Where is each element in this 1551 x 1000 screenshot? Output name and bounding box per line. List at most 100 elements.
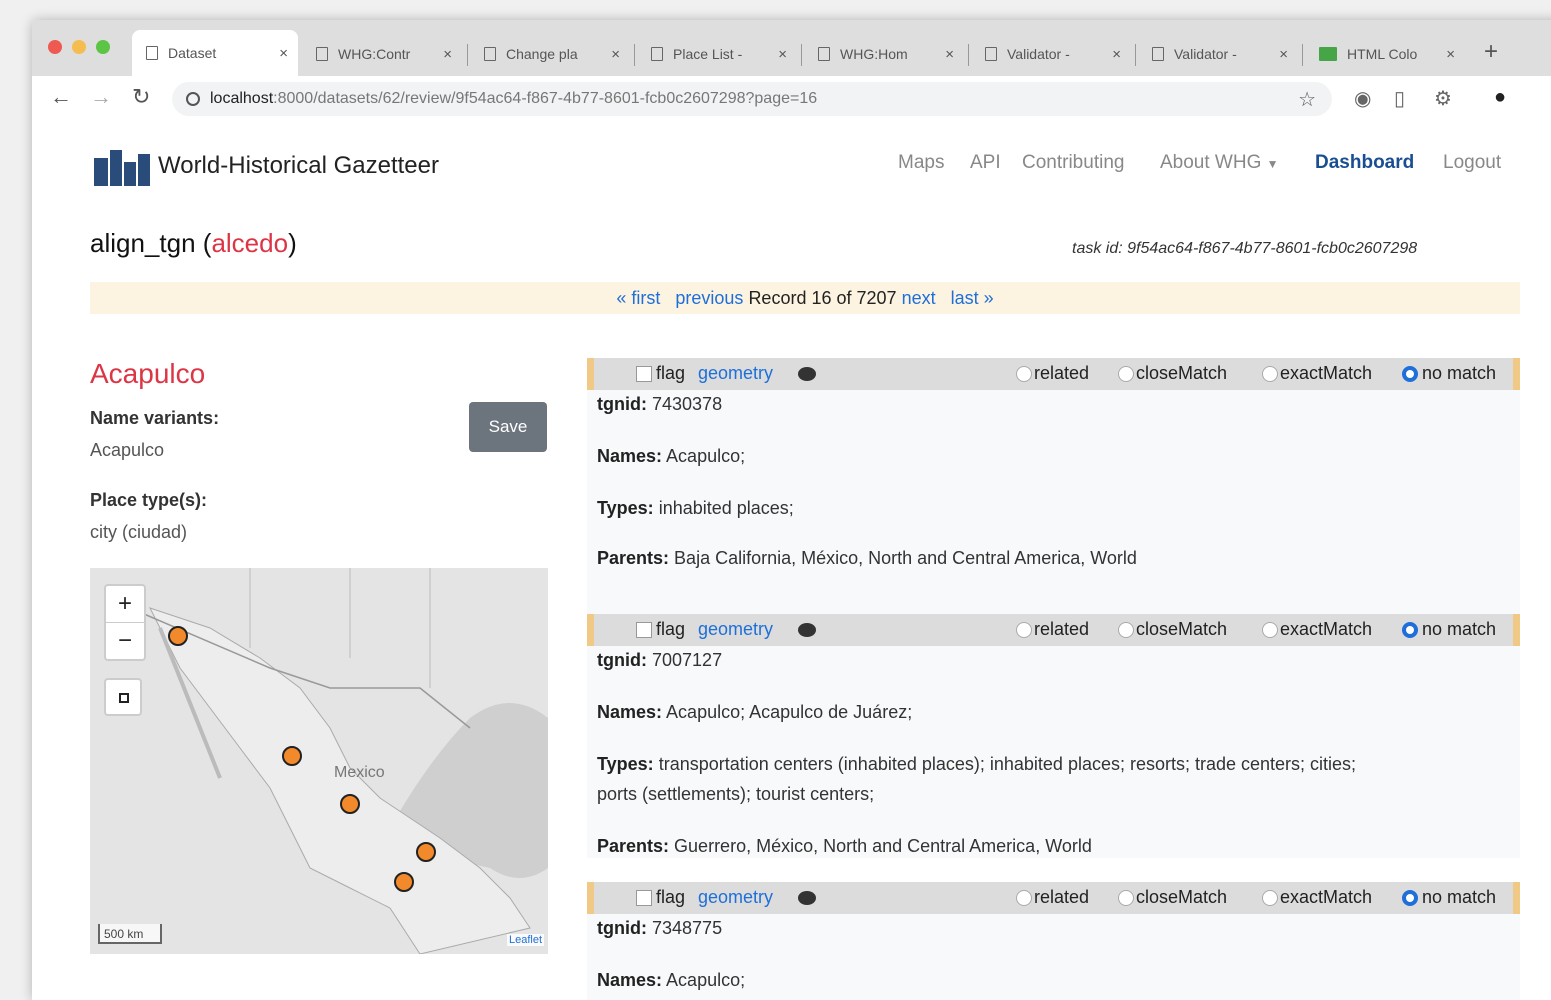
types-label: Types: xyxy=(597,754,654,774)
close-icon[interactable]: × xyxy=(1279,46,1288,63)
geometry-link[interactable]: geometry xyxy=(698,619,773,640)
geometry-link[interactable]: geometry xyxy=(698,363,773,384)
pager-previous-link[interactable]: previous xyxy=(675,288,743,308)
tgnid-value: 7430378 xyxy=(652,394,723,414)
zoom-in-button[interactable]: + xyxy=(106,586,144,622)
back-icon[interactable]: ← xyxy=(50,84,72,110)
map-panel[interactable]: + − Mexico 500 km Leaflet xyxy=(90,568,548,954)
tab-validator-1[interactable]: Validator - × xyxy=(971,34,1131,74)
close-window-button[interactable] xyxy=(48,40,62,54)
radio-closematch[interactable] xyxy=(1118,622,1134,638)
map-attribution-link[interactable]: Leaflet xyxy=(506,934,544,946)
radio-closematch[interactable] xyxy=(1118,890,1134,906)
radio-related[interactable] xyxy=(1016,890,1032,906)
new-tab-icon[interactable]: + xyxy=(1484,38,1498,66)
whg-logo-icon xyxy=(94,146,150,186)
info-icon[interactable] xyxy=(186,92,200,106)
address-bar[interactable]: localhost:8000/datasets/62/review/9f54ac… xyxy=(172,82,1332,116)
comment-icon[interactable] xyxy=(798,367,816,381)
close-icon[interactable]: × xyxy=(611,46,620,63)
tab-place-list[interactable]: Place List - × xyxy=(637,34,797,74)
tab-html-colo[interactable]: HTML Colo × xyxy=(1305,34,1465,74)
flag-checkbox[interactable] xyxy=(636,366,652,382)
save-button[interactable]: Save xyxy=(469,402,547,452)
no-match-label: no match xyxy=(1422,363,1497,383)
close-icon[interactable]: × xyxy=(1112,46,1121,63)
site-logo[interactable]: World-Historical Gazetteer xyxy=(94,146,439,186)
web-page: World-Historical Gazetteer Maps API Cont… xyxy=(32,122,1551,1000)
maximize-window-button[interactable] xyxy=(96,40,110,54)
settings-gear-icon[interactable]: ⚙ xyxy=(1434,86,1452,111)
map-marker[interactable] xyxy=(340,794,360,814)
radio-no-match[interactable] xyxy=(1402,622,1418,638)
nav-maps[interactable]: Maps xyxy=(898,152,944,174)
radio-exactmatch[interactable] xyxy=(1262,622,1278,638)
zoom-control: + − xyxy=(104,584,146,661)
close-icon[interactable]: × xyxy=(443,46,452,63)
radio-related[interactable] xyxy=(1016,366,1032,382)
radio-exactmatch[interactable] xyxy=(1262,890,1278,906)
zoom-out-button[interactable]: − xyxy=(106,622,144,659)
nav-logout[interactable]: Logout xyxy=(1443,152,1501,174)
map-marker[interactable] xyxy=(394,872,414,892)
pager-first-link[interactable]: « first xyxy=(616,288,660,308)
radio-related[interactable] xyxy=(1016,622,1032,638)
pager-next-link[interactable]: next xyxy=(902,288,936,308)
close-icon[interactable]: × xyxy=(945,46,954,63)
names-value: Acapulco; xyxy=(666,446,746,466)
url-path: :8000/datasets/62/review/9f54ac64-f867-4… xyxy=(273,90,818,107)
exactmatch-label: exactMatch xyxy=(1280,887,1373,907)
radio-no-match[interactable] xyxy=(1402,366,1418,382)
page-icon xyxy=(818,47,830,61)
flag-label: flag xyxy=(656,887,686,907)
minimize-window-button[interactable] xyxy=(72,40,86,54)
flag-checkbox[interactable] xyxy=(636,890,652,906)
flag-checkbox[interactable] xyxy=(636,622,652,638)
map-marker[interactable] xyxy=(416,842,436,862)
profile-icon[interactable]: ● xyxy=(1494,86,1506,109)
close-icon[interactable]: × xyxy=(778,46,787,63)
radio-no-match[interactable] xyxy=(1402,890,1418,906)
close-icon[interactable]: × xyxy=(1446,46,1455,63)
tab-whg-contr[interactable]: WHG:Contr × xyxy=(302,34,462,74)
nav-about-whg[interactable]: About WHG ▼ xyxy=(1160,152,1279,174)
names-label: Names: xyxy=(597,970,663,990)
nav-about-label: About WHG xyxy=(1160,152,1262,173)
tab-whg-hom[interactable]: WHG:Hom × xyxy=(804,34,964,74)
forward-icon[interactable]: → xyxy=(90,84,112,110)
comment-icon[interactable] xyxy=(798,623,816,637)
nav-api[interactable]: API xyxy=(970,152,1001,174)
radio-closematch[interactable] xyxy=(1118,366,1134,382)
dataset-name: alcedo xyxy=(211,228,289,258)
tgnid-label: tgnid: xyxy=(597,394,647,414)
tab-label: HTML Colo xyxy=(1347,46,1418,62)
map-country-label: Mexico xyxy=(334,764,385,781)
extension-icon[interactable]: ◉ xyxy=(1354,86,1371,111)
reader-icon[interactable]: ▯ xyxy=(1394,86,1405,111)
parents-value: Baja California, México, North and Centr… xyxy=(674,548,1137,568)
map-marker[interactable] xyxy=(282,746,302,766)
tab-validator-2[interactable]: Validator - × xyxy=(1138,34,1298,74)
bookmark-star-icon[interactable]: ☆ xyxy=(1298,87,1316,112)
related-label: related xyxy=(1034,887,1090,907)
tgnid-label: tgnid: xyxy=(597,650,647,670)
match-names: Names: Acapulco; xyxy=(597,970,745,991)
nav-contributing[interactable]: Contributing xyxy=(1022,152,1124,174)
fullscreen-button[interactable] xyxy=(104,678,142,716)
pager-last-link[interactable]: last » xyxy=(951,288,994,308)
geometry-link[interactable]: geometry xyxy=(698,887,773,908)
radio-exactmatch[interactable] xyxy=(1262,366,1278,382)
map-scale-bar: 500 km xyxy=(98,924,162,944)
close-icon[interactable]: × xyxy=(279,45,288,62)
match-toolbar: flag geometry related closeMatch exactMa… xyxy=(587,882,1520,914)
tab-separator xyxy=(1302,44,1303,66)
nav-dashboard[interactable]: Dashboard xyxy=(1315,152,1414,174)
tab-change-pla[interactable]: Change pla × xyxy=(470,34,630,74)
comment-icon[interactable] xyxy=(798,891,816,905)
tab-dataset[interactable]: Dataset × xyxy=(132,30,298,76)
reload-icon[interactable]: ↻ xyxy=(132,84,150,110)
parents-label: Parents: xyxy=(597,836,670,856)
tab-separator xyxy=(634,44,635,66)
map-marker[interactable] xyxy=(168,626,188,646)
match-card: flag geometry related closeMatch exactMa… xyxy=(587,882,1520,1000)
